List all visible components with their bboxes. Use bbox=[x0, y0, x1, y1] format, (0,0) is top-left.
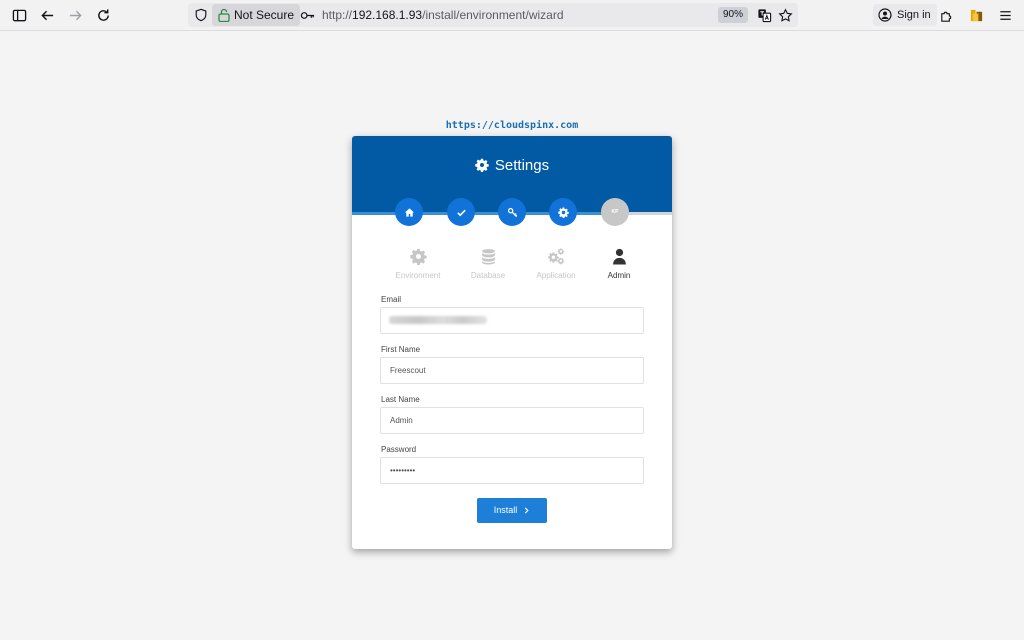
key-icon[interactable] bbox=[299, 7, 315, 23]
gear-icon bbox=[557, 207, 569, 218]
watermark-url: https://cloudspinx.com bbox=[445, 120, 579, 131]
extensions-icon[interactable] bbox=[935, 5, 957, 25]
page-title: Settings bbox=[352, 157, 672, 174]
url-text[interactable]: http://192.168.1.93/install/environment/… bbox=[322, 3, 564, 27]
key-icon bbox=[507, 207, 517, 217]
tracking-shield-icon[interactable] bbox=[193, 7, 209, 23]
url-host: 192.168.1.93 bbox=[352, 8, 423, 22]
step-permissions[interactable] bbox=[498, 198, 526, 226]
tab-admin[interactable]: Admin bbox=[586, 248, 652, 280]
account-icon bbox=[878, 8, 892, 22]
reload-icon[interactable] bbox=[92, 5, 114, 25]
menu-icon[interactable] bbox=[994, 5, 1016, 25]
password-label: Password bbox=[381, 445, 417, 454]
zoom-level-badge[interactable]: 90% bbox=[718, 7, 749, 23]
sidebar-toggle-icon[interactable] bbox=[8, 5, 30, 25]
security-label: Not Secure bbox=[234, 8, 295, 22]
sign-in-label: Sign in bbox=[897, 9, 931, 21]
step-requirements[interactable] bbox=[447, 198, 475, 226]
unlocked-icon bbox=[218, 8, 230, 22]
url-path: /install/environment/wizard bbox=[422, 8, 564, 22]
title-text: Settings bbox=[494, 157, 550, 174]
not-secure-badge[interactable]: Not Secure bbox=[212, 4, 301, 26]
tab-label: Database bbox=[470, 271, 506, 280]
email-label: Email bbox=[381, 295, 402, 304]
redacted-email-value bbox=[389, 316, 487, 324]
installer-card: Settings KP Environment Database Applica… bbox=[352, 136, 672, 549]
step-environment[interactable] bbox=[549, 198, 577, 226]
browser-toolbar: Not Secure http://192.168.1.93/install/e… bbox=[0, 0, 1024, 31]
install-label: Install bbox=[493, 505, 518, 515]
tab-label: Application bbox=[536, 271, 576, 280]
gear-icon bbox=[409, 248, 427, 265]
extension-addon-icon[interactable] bbox=[965, 5, 987, 25]
bookmark-star-icon[interactable] bbox=[777, 7, 793, 23]
password-field[interactable] bbox=[380, 457, 644, 484]
step-home[interactable] bbox=[395, 198, 423, 226]
last-name-label: Last Name bbox=[381, 395, 420, 404]
install-button[interactable]: Install bbox=[477, 498, 547, 523]
settings-gear-icon bbox=[475, 158, 489, 173]
sign-in-button[interactable]: Sign in bbox=[873, 4, 937, 26]
tab-label: Admin bbox=[607, 271, 631, 280]
tab-application[interactable]: Application bbox=[523, 248, 589, 280]
home-icon bbox=[404, 207, 414, 217]
translate-icon[interactable] bbox=[756, 7, 772, 23]
first-name-label: First Name bbox=[381, 345, 421, 354]
database-icon bbox=[481, 249, 495, 265]
admin-step-icon: KP bbox=[611, 209, 619, 215]
tab-environment[interactable]: Environment bbox=[385, 248, 451, 280]
chevron-right-icon bbox=[525, 506, 529, 514]
tab-label: Environment bbox=[395, 271, 441, 280]
last-name-field[interactable] bbox=[380, 407, 644, 434]
gears-icon bbox=[547, 248, 564, 265]
forward-icon[interactable] bbox=[64, 5, 86, 25]
url-bar[interactable]: Not Secure http://192.168.1.93/install/e… bbox=[188, 3, 798, 27]
tab-database[interactable]: Database bbox=[455, 248, 521, 280]
step-final[interactable]: KP bbox=[601, 198, 629, 226]
first-name-field[interactable] bbox=[380, 357, 644, 384]
check-icon bbox=[456, 209, 466, 216]
back-icon[interactable] bbox=[36, 5, 58, 25]
user-icon bbox=[612, 248, 626, 265]
wizard-tabs: Environment Database Application Admin bbox=[380, 248, 644, 284]
url-prefix: http:// bbox=[322, 8, 353, 22]
